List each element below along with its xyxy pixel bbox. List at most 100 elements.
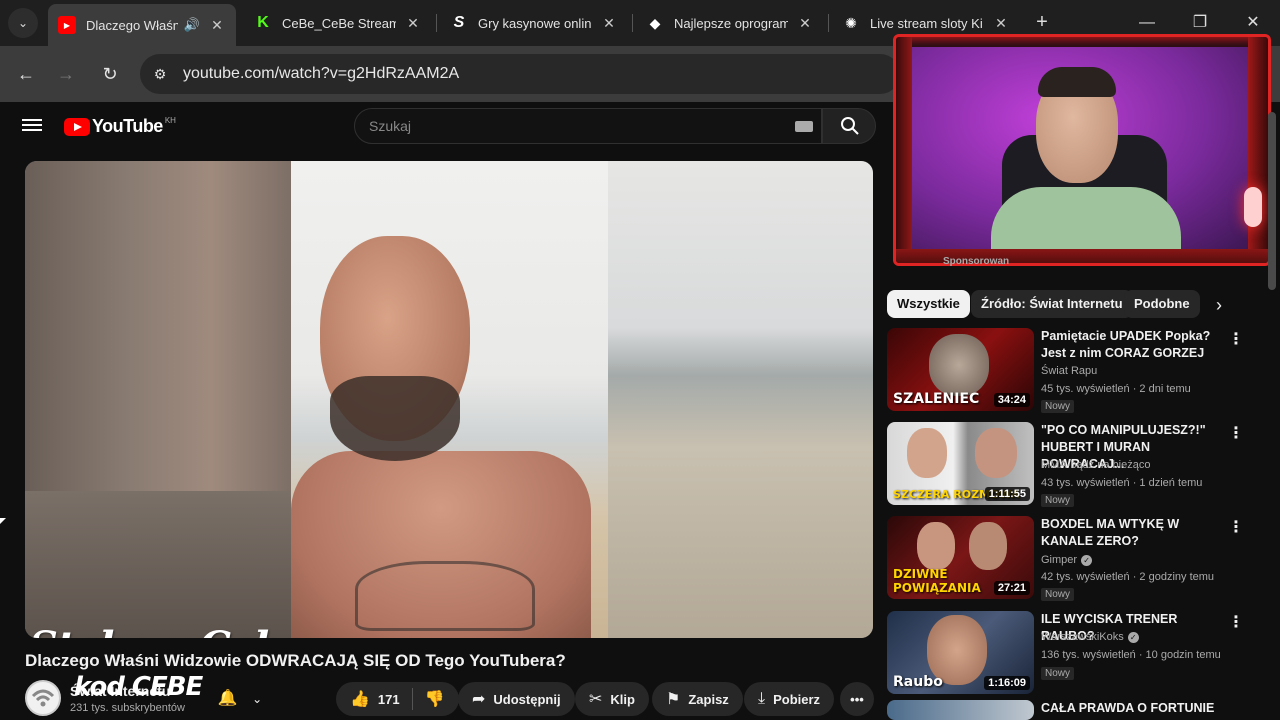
thumbnail-face [929,334,989,396]
recommendation-channel[interactable]: Świat Rapu [1041,365,1097,377]
clip-button[interactable]: ✂ Klip [575,682,649,716]
notification-bell-button[interactable]: 🔔 ⌄ [210,683,270,715]
thumbnail-face [917,522,955,570]
recommendation-item[interactable]: SZALENIEC 34:24 Pamiętacie UPADEK Popka?… [887,328,1252,414]
video-player[interactable]: Stake x Cebe [25,161,873,638]
url-text[interactable]: youtube.com/watch?v=g2HdRzAAM2A [183,65,459,83]
tab-title: Najlepsze oprogram [674,15,788,31]
webcam-shirt [991,187,1181,257]
tab-search-chevron-icon[interactable]: ⌄ [8,8,38,38]
menu-icon[interactable] [22,116,42,136]
close-window-icon[interactable]: ✕ [1240,10,1266,36]
forward-arrow-icon[interactable]: → [52,60,80,88]
video-thumbnail[interactable]: Raubo 1:16:09 [887,611,1034,694]
recommendation-item[interactable]: SZCZERA ROZMOWA 1:11:55 "PO CO MANIPULUJ… [887,422,1252,508]
minimize-icon[interactable]: — [1134,10,1160,36]
close-tab-icon[interactable]: ✕ [992,15,1010,32]
restore-icon[interactable]: ❐ [1187,10,1213,36]
new-badge: Nowy [1041,667,1075,680]
pill-separator [411,688,413,710]
thumbs-up-icon[interactable]: 👍 [350,689,370,709]
keyboard-icon[interactable] [795,121,813,132]
video-duration: 34:24 [993,393,1030,407]
tab-separator [632,14,633,32]
video-duration: 1:11:55 [984,487,1030,501]
speaker-icon[interactable]: 🔊 [184,17,200,33]
webcam-glow [1244,187,1262,227]
close-tab-icon[interactable]: ✕ [796,15,814,32]
video-tattoo [355,561,535,631]
recommendation-item[interactable]: DZIWNE POWIĄZANIA 27:21 BOXDEL MA WTYKĘ … [887,516,1252,602]
like-count[interactable]: 171 [378,692,400,707]
new-tab-icon[interactable]: + [1030,11,1054,35]
channel-avatar[interactable] [25,680,61,716]
tab-title: CeBe_CeBe Stream [282,15,396,31]
wifi-logo-icon [31,689,55,707]
new-badge: Nowy [1041,400,1075,413]
save-label: Zapisz [688,691,729,707]
reload-icon[interactable]: ↻ [96,60,124,88]
tab-youtube[interactable]: ▶ Dlaczego Właśn 🔊 ✕ [48,4,236,46]
more-vertical-icon[interactable]: ⋮ [1228,613,1244,633]
recommendation-channel[interactable]: Gimper ✓ [1041,554,1093,566]
search-input[interactable]: Szukaj [354,108,822,144]
more-actions-button[interactable]: ••• [840,682,874,716]
tab-software[interactable]: ◆ Najlepsze oprogram ✕ [636,6,824,40]
tab-title: Gry kasynowe onlin [478,15,592,31]
webcam-frame-left [896,37,912,263]
video-thumbnail[interactable]: SZCZERA ROZMOWA 1:11:55 [887,422,1034,505]
search-placeholder: Szukaj [369,118,412,134]
verified-icon: ✓ [1081,554,1093,566]
diamond-icon: ◆ [649,14,661,31]
chip-from-channel[interactable]: Źródło: Świat Internetu [971,290,1133,318]
tab-kick[interactable]: K CeBe_CeBe Stream ✕ [244,6,432,40]
recommendation-title[interactable]: Pamiętacie UPADEK Popka? Jest z nim CORA… [1041,328,1226,362]
video-frame-left [25,161,291,638]
verified-icon: ✓ [1127,631,1139,643]
streamer-webcam-overlay [893,34,1271,266]
download-button[interactable]: ⤓ Pobierz [744,682,835,716]
thumbs-down-icon[interactable]: 👎 [425,689,445,709]
chip-related[interactable]: Podobne [1124,290,1200,318]
chip-all[interactable]: Wszystkie [887,290,970,318]
close-tab-icon[interactable]: ✕ [404,15,422,32]
scissors-icon: ✂ [589,691,603,708]
close-tab-icon[interactable]: ✕ [600,15,618,32]
more-vertical-icon[interactable]: ⋮ [1228,330,1244,350]
youtube-icon: ▶ [58,16,76,34]
recommendation-channel[interactable]: WarszawskiKoks ✓ [1041,631,1139,643]
tab-casino[interactable]: S Gry kasynowe onlin ✕ [440,6,628,40]
recommendation-item[interactable]: CAŁA PRAWDA O FORTUNIE [887,700,1252,720]
logo-text: YouTube [92,116,163,136]
recommendation-title[interactable]: CAŁA PRAWDA O FORTUNIE [1041,700,1226,717]
recommendation-channel[interactable]: MMA-bądź na bieżąco [1041,459,1150,471]
youtube-logo[interactable]: YouTube KH [64,116,176,137]
video-title: Dlaczego Właśni Widzowie ODWRACAJĄ SIĘ O… [25,651,566,670]
recommendation-title[interactable]: BOXDEL MA WTYKĘ W KANALE ZERO? [1041,516,1226,550]
save-button[interactable]: ⚑ Zapisz [652,682,743,716]
channel-name: Gimper [1041,554,1078,566]
video-thumbnail[interactable] [887,700,1034,720]
close-tab-icon[interactable]: ✕ [208,17,226,34]
more-vertical-icon[interactable]: ⋮ [1228,424,1244,444]
country-code: KH [164,116,176,125]
chevron-right-icon[interactable]: › [1208,294,1230,316]
thumbnail-face [969,522,1007,570]
thumbnail-caption: SZALENIEC [893,391,980,407]
video-duration: 1:16:09 [984,676,1030,690]
channel-name: WarszawskiKoks [1041,631,1124,643]
tab-separator [436,14,437,32]
search-button[interactable] [822,108,876,144]
share-button[interactable]: ➦ Udostępnij [458,682,575,716]
more-vertical-icon[interactable]: ⋮ [1228,518,1244,538]
recommendation-item[interactable]: Raubo 1:16:09 ILE WYCISKA TRENER RAUBO? … [887,611,1252,697]
omnibox[interactable]: ⚙ youtube.com/watch?v=g2HdRzAAM2A [140,54,900,94]
site-info-icon[interactable]: ⚙ [150,64,170,84]
video-thumbnail[interactable]: SZALENIEC 34:24 [887,328,1034,411]
clip-label: Klip [610,691,635,707]
stream-code-watermark: kod CEBE [74,672,203,702]
video-thumbnail[interactable]: DZIWNE POWIĄZANIA 27:21 [887,516,1034,599]
back-arrow-icon[interactable]: ← [12,60,40,88]
thumbnail-face [907,428,947,478]
scrollbar[interactable] [1268,112,1276,290]
